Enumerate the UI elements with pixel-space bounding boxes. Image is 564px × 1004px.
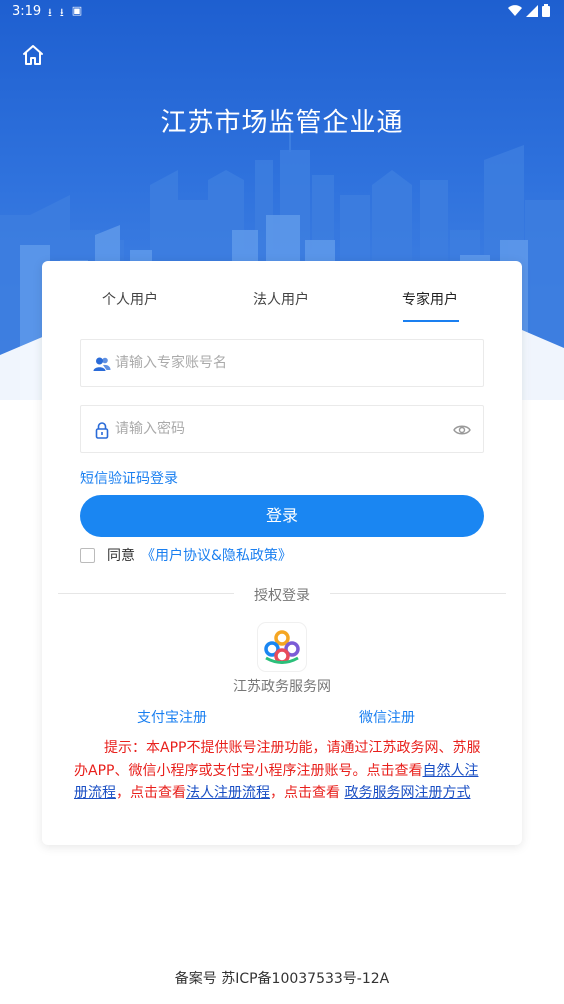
status-system-icons: [508, 4, 550, 17]
wifi-icon: [508, 4, 522, 16]
status-notification-icons: ⭳ ⭳ ▣: [48, 4, 82, 23]
sms-login-link[interactable]: 短信验证码登录: [80, 468, 178, 488]
authorized-login-label: 授权登录: [254, 588, 310, 604]
agreement-checkbox[interactable]: [80, 547, 95, 563]
login-card: 个人用户 法人用户 专家用户 短信验证码登录 登录 同意 《用户协议&隐私政策》: [42, 261, 522, 845]
notice-text-3: ，点击查看: [270, 785, 345, 801]
gov-service-registration-link[interactable]: 政务服务网注册方式: [344, 785, 470, 801]
lock-icon: [95, 422, 109, 439]
wechat-register-link[interactable]: 微信注册: [359, 707, 415, 727]
notice-text-1: 提示：本APP不提供账号注册功能，请通过江苏政务网、苏服办APP、微信小程序或支…: [74, 740, 481, 779]
download-icon: ⭳: [59, 6, 64, 19]
account-input[interactable]: [115, 348, 445, 378]
agreement-row: 同意 《用户协议&隐私政策》: [80, 546, 292, 564]
status-time: 3:19: [12, 4, 42, 19]
tab-personal-user[interactable]: 个人用户: [102, 289, 158, 309]
user-icon: [93, 357, 111, 371]
divider-right: [330, 593, 506, 594]
active-tab-indicator: [403, 320, 459, 322]
signal-icon: [526, 4, 538, 17]
eye-icon[interactable]: [453, 421, 471, 439]
gov-service-label[interactable]: 江苏政务服务网: [42, 676, 522, 696]
agree-label: 同意: [107, 548, 135, 564]
app-title: 江苏市场监管企业通: [160, 108, 404, 138]
notice-text-2: ，点击查看: [116, 785, 186, 801]
app-icon: ▣: [71, 4, 83, 17]
tab-expert-user[interactable]: 专家用户: [402, 289, 458, 309]
battery-icon: [542, 4, 550, 17]
legal-person-registration-link[interactable]: 法人注册流程: [186, 785, 270, 801]
password-field: [80, 405, 484, 453]
privacy-policy-link[interactable]: 《用户协议&隐私政策》: [141, 545, 292, 565]
download-icon: ⭳: [48, 6, 52, 19]
account-field: [80, 339, 484, 387]
alipay-register-link[interactable]: 支付宝注册: [137, 707, 207, 727]
icp-record-footer: 备案号 苏ICP备10037533号-12A: [174, 971, 390, 987]
registration-notice: 提示：本APP不提供账号注册功能，请通过江苏政务网、苏服办APP、微信小程序或支…: [74, 737, 484, 805]
jiangsu-gov-service-logo-icon[interactable]: [258, 623, 306, 671]
home-icon[interactable]: [20, 42, 46, 68]
user-type-tabs: 个人用户 法人用户 专家用户: [42, 261, 522, 325]
login-button[interactable]: 登录: [80, 495, 484, 537]
password-input[interactable]: [115, 414, 445, 444]
status-bar: 3:19 ⭳ ⭳ ▣: [0, 0, 564, 24]
tab-legal-user[interactable]: 法人用户: [253, 289, 309, 309]
